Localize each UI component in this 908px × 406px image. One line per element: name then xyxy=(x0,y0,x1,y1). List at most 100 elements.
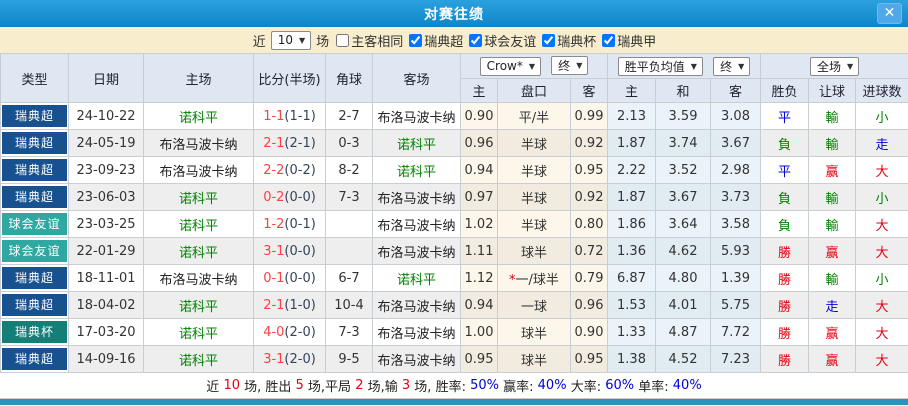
avg-time-select[interactable]: 终 xyxy=(713,56,751,76)
table-row: 瑞典超 23-06-03 诺科平 0-2(0-0) 7-3 布洛马波卡纳 0.9… xyxy=(0,183,908,211)
match-date: 24-10-22 xyxy=(68,102,144,130)
handicap-line: 半球 xyxy=(520,191,547,207)
filter-same-venue[interactable]: 主客相同 xyxy=(332,31,403,50)
recent-count-value: 10 xyxy=(277,33,294,47)
summary-segment: 3 xyxy=(401,378,411,393)
match-date: 14-09-16 xyxy=(68,345,144,373)
goals-result: 小 xyxy=(855,264,908,292)
away-team: 布洛马波卡纳 xyxy=(372,210,461,238)
score-cell: 4-0(2-0) xyxy=(253,318,326,346)
summary-segment: 大率: xyxy=(566,380,606,395)
bookmaker-select-value: Crow* xyxy=(486,59,523,74)
away-team: 布洛马波卡纳 xyxy=(372,318,461,346)
league-type-cell: 瑞典超 xyxy=(0,345,69,373)
halftime-score: (0-2) xyxy=(284,162,316,178)
sub-header-avg-draw: 和 xyxy=(655,78,711,103)
fulltime-score: 1-1 xyxy=(263,108,285,124)
match-date: 18-11-01 xyxy=(68,264,144,292)
table-row: 瑞典杯 17-03-20 诺科平 4-0(2-0) 7-3 布洛马波卡纳 1.0… xyxy=(0,318,908,346)
club-friendly-checkbox[interactable] xyxy=(469,33,483,47)
home-team: 诺科平 xyxy=(143,237,254,265)
handicap-away-odds: 0.95 xyxy=(570,345,608,373)
wdl-result: 負 xyxy=(760,210,810,238)
home-team: 诺科平 xyxy=(143,345,254,373)
league-type-cell: 瑞典超 xyxy=(0,183,69,211)
league-super-checkbox[interactable] xyxy=(409,33,423,47)
sub-header-handicap-home: 主 xyxy=(460,78,498,103)
away-team: 诺科平 xyxy=(372,156,461,184)
matches-label: 场 xyxy=(316,34,330,50)
handicap-line-cell: 半球 xyxy=(497,129,571,157)
wdl-result: 負 xyxy=(760,129,810,157)
col-header-type: 类型 xyxy=(0,53,69,103)
handicap-away-odds: 0.92 xyxy=(570,183,608,211)
handicap-home-odds: 1.11 xyxy=(460,237,498,265)
filter-cup[interactable]: 瑞典杯 xyxy=(538,31,596,50)
halftime-score: (0-0) xyxy=(284,189,316,205)
summary-segment: 40% xyxy=(537,378,567,393)
filter-league-super[interactable]: 瑞典超 xyxy=(405,31,463,50)
recent-count-select[interactable]: 10 xyxy=(270,30,312,50)
handicap-home-odds: 0.94 xyxy=(460,156,498,184)
handicap-result: 赢 xyxy=(808,237,857,265)
period-select[interactable]: 全场 xyxy=(809,56,860,76)
league-type-cell: 瑞典杯 xyxy=(0,318,69,346)
col-header-home: 主场 xyxy=(143,53,254,103)
halftime-score: (0-0) xyxy=(284,270,316,286)
table-row: 球会友谊 22-01-29 诺科平 3-1(0-0) 布洛马波卡纳 1.11 球… xyxy=(0,237,908,265)
avg-away-odds: 7.23 xyxy=(709,345,762,373)
wdl-result: 勝 xyxy=(760,291,810,319)
avg-away-odds: 7.72 xyxy=(709,318,762,346)
score-cell: 0-2(0-0) xyxy=(253,183,326,211)
league-badge: 球会友谊 xyxy=(2,213,67,235)
avg-draw-odds: 4.52 xyxy=(655,345,711,373)
sub-header-wdl: 胜负 xyxy=(760,78,810,103)
league-badge: 球会友谊 xyxy=(2,240,67,262)
handicap-select-group: Crow* 终 xyxy=(460,53,608,79)
cup-checkbox[interactable] xyxy=(542,33,556,47)
avg-odds-select[interactable]: 胜平负均值 xyxy=(617,56,703,76)
sub-header-avg-home: 主 xyxy=(607,78,656,103)
goals-result: 走 xyxy=(855,129,908,157)
handicap-home-odds: 1.02 xyxy=(460,210,498,238)
avg-draw-odds: 3.52 xyxy=(655,156,711,184)
away-team: 诺科平 xyxy=(372,264,461,292)
handicap-away-odds: 0.72 xyxy=(570,237,608,265)
halftime-score: (1-0) xyxy=(284,297,316,313)
score-cell: 0-1(0-0) xyxy=(253,264,326,292)
away-team: 布洛马波卡纳 xyxy=(372,237,461,265)
handicap-line: 球半 xyxy=(520,245,547,261)
bottom-strip xyxy=(0,399,908,405)
home-team: 诺科平 xyxy=(143,318,254,346)
halftime-score: (2-0) xyxy=(284,351,316,367)
league-super-label: 瑞典超 xyxy=(424,34,464,50)
league-badge: 瑞典超 xyxy=(2,294,67,316)
league-badge: 瑞典杯 xyxy=(2,321,67,343)
filter-league-first[interactable]: 瑞典甲 xyxy=(598,31,656,50)
league-first-checkbox[interactable] xyxy=(602,33,616,47)
avg-away-odds: 3.67 xyxy=(709,129,762,157)
handicap-time-select[interactable]: 终 xyxy=(551,56,589,76)
bookmaker-select[interactable]: Crow* xyxy=(479,56,542,76)
avg-home-odds: 6.87 xyxy=(607,264,656,292)
sub-header-handicap-away: 客 xyxy=(570,78,608,103)
score-cell: 3-1(2-0) xyxy=(253,345,326,373)
home-team: 诺科平 xyxy=(143,210,254,238)
corners: 10-4 xyxy=(325,291,373,319)
filter-club-friendly[interactable]: 球会友谊 xyxy=(465,31,536,50)
avg-home-odds: 2.13 xyxy=(607,102,656,130)
same-venue-checkbox[interactable] xyxy=(336,33,350,47)
avg-home-odds: 2.22 xyxy=(607,156,656,184)
wdl-result: 勝 xyxy=(760,345,810,373)
fulltime-score: 3-1 xyxy=(263,243,285,259)
summary-segment: 10 xyxy=(223,378,240,393)
match-date: 18-04-02 xyxy=(68,291,144,319)
sub-header-goals: 进球数 xyxy=(855,78,908,103)
fulltime-score: 3-1 xyxy=(263,351,285,367)
league-badge: 瑞典超 xyxy=(2,159,67,181)
wdl-result: 勝 xyxy=(760,264,810,292)
corners: 7-3 xyxy=(325,183,373,211)
dialog-titlebar: 对赛往绩 ✕ xyxy=(0,0,908,27)
close-button[interactable]: ✕ xyxy=(877,3,902,24)
handicap-line: 球半 xyxy=(520,326,547,342)
